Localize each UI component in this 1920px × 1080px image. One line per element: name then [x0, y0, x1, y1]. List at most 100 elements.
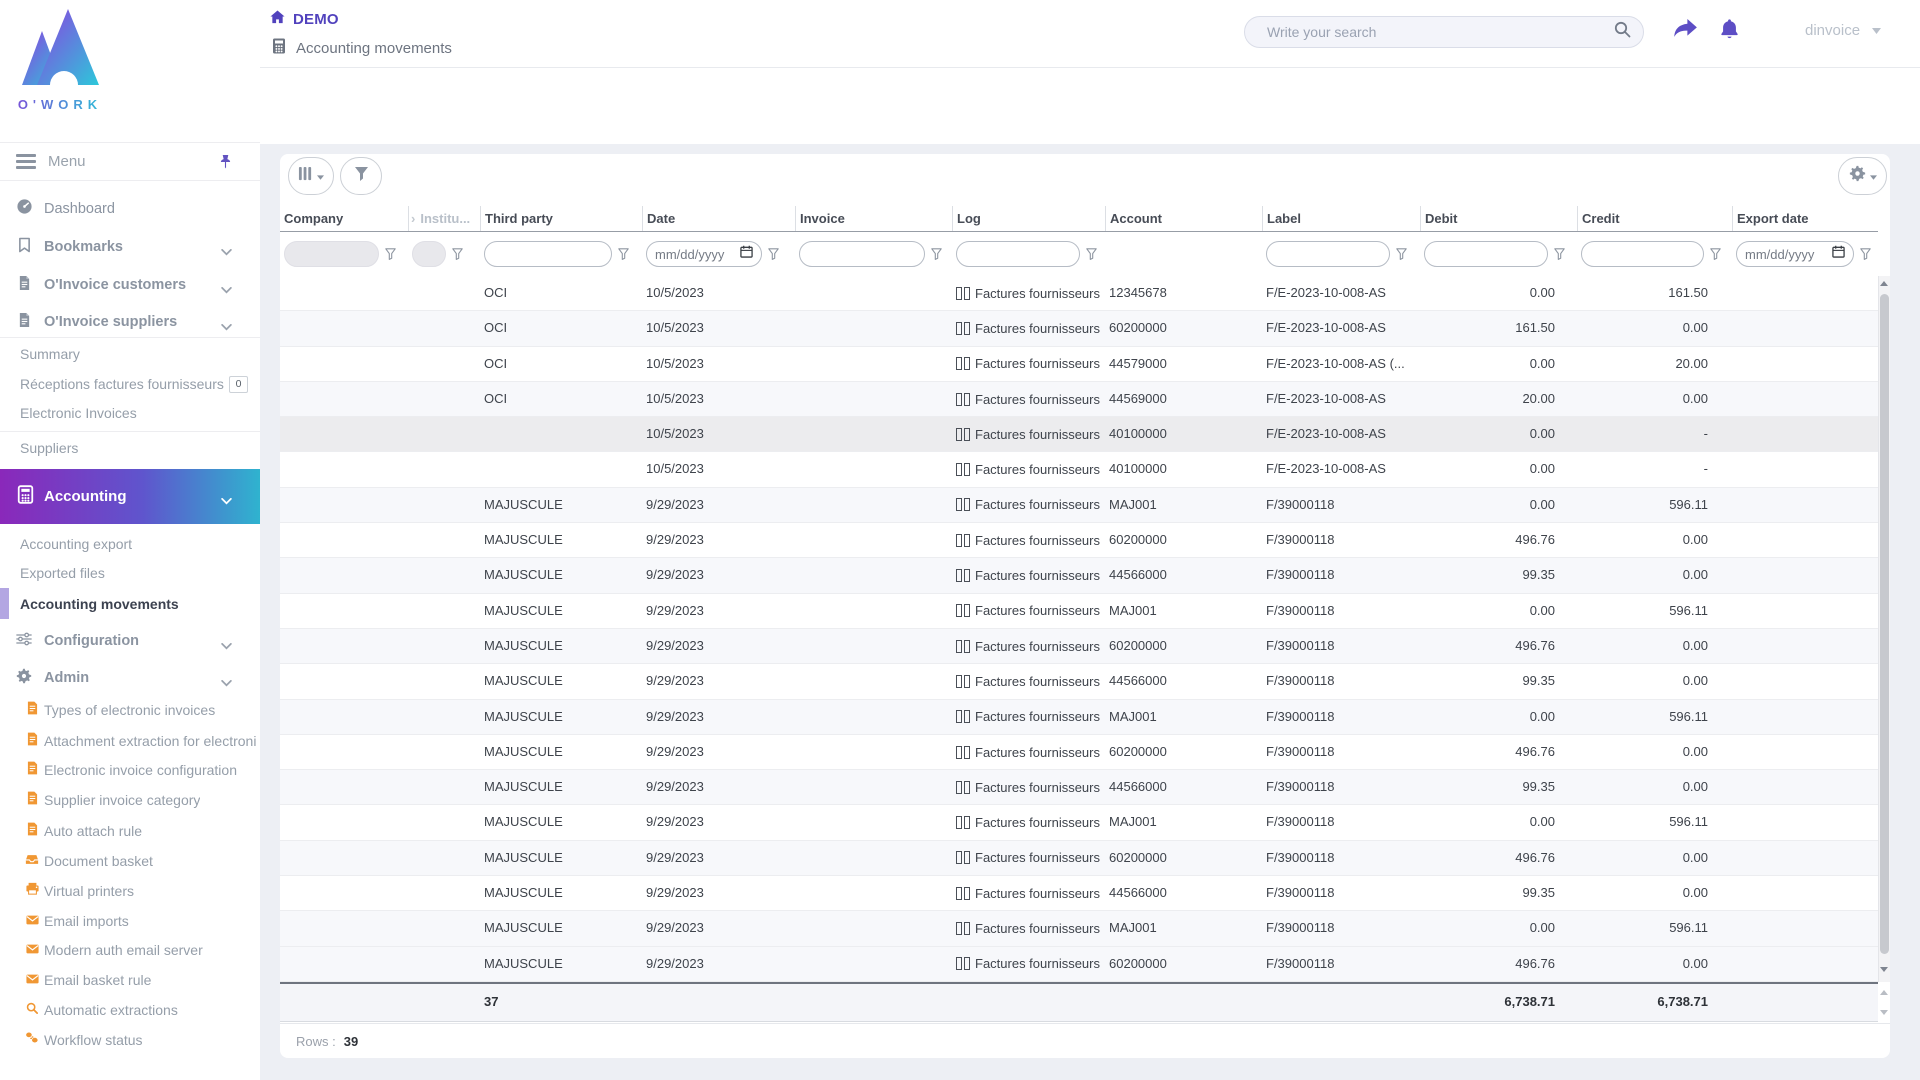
- table-row[interactable]: MAJUSCULE 9/29/2023 Factures fournisseur…: [280, 699, 1878, 735]
- table-row[interactable]: MAJUSCULE 9/29/2023 Factures fournisseur…: [280, 593, 1878, 629]
- sidebar-item-bookmarks[interactable]: Bookmarks: [0, 232, 260, 262]
- sidebar-item-exported-files[interactable]: Exported files: [0, 558, 260, 588]
- table-row[interactable]: MAJUSCULE 9/29/2023 Factures fournisseur…: [280, 487, 1878, 524]
- column-header-debit[interactable]: Debit: [1420, 206, 1577, 231]
- table-row[interactable]: MAJUSCULE 9/29/2023 Factures fournisseur…: [280, 770, 1878, 806]
- funnel-icon[interactable]: [931, 248, 942, 260]
- table-row[interactable]: OCI 10/5/2023 Factures fournisseurs 6020…: [280, 311, 1878, 347]
- breadcrumb-home[interactable]: DEMO: [270, 10, 339, 29]
- table-row[interactable]: MAJUSCULE 9/29/2023 Factures fournisseur…: [280, 876, 1878, 912]
- sidebar-item-receptions-factures[interactable]: Réceptions factures fournisseurs 0: [0, 369, 260, 399]
- table-row[interactable]: MAJUSCULE 9/29/2023 Factures fournisseur…: [280, 911, 1878, 947]
- missing-glyph-icon: [956, 498, 970, 512]
- cell-debit: 496.76: [1515, 743, 1555, 759]
- table-row[interactable]: MAJUSCULE 9/29/2023 Factures fournisseur…: [280, 734, 1878, 771]
- calendar-icon[interactable]: [1832, 245, 1845, 263]
- sidebar-item-document-basket[interactable]: Document basket: [0, 846, 260, 876]
- funnel-icon[interactable]: [1086, 248, 1097, 260]
- sidebar-item-modern-auth-email-server[interactable]: Modern auth email server: [0, 935, 260, 965]
- sidebar-item-configuration[interactable]: Configuration: [0, 626, 260, 656]
- funnel-icon[interactable]: [452, 248, 463, 260]
- sidebar-item-accounting-movements[interactable]: Accounting movements: [0, 588, 260, 619]
- log-filter-input[interactable]: [965, 246, 1071, 262]
- sidebar-item-auto-attach-rule[interactable]: Auto attach rule: [0, 816, 260, 846]
- table-settings-button[interactable]: [1838, 157, 1887, 195]
- table-row[interactable]: MAJUSCULE 9/29/2023 Factures fournisseur…: [280, 523, 1878, 559]
- column-header-date[interactable]: Date: [642, 206, 795, 231]
- funnel-icon[interactable]: [1710, 248, 1721, 260]
- funnel-icon[interactable]: [1554, 248, 1565, 260]
- notifications-button[interactable]: [1712, 14, 1746, 48]
- menu-toggle[interactable]: Menu: [0, 142, 260, 181]
- table-row[interactable]: MAJUSCULE 9/29/2023 Factures fournisseur…: [280, 558, 1878, 594]
- column-header-third-party[interactable]: Third party: [480, 206, 642, 231]
- table-row[interactable]: 10/5/2023 Factures fournisseurs 40100000…: [280, 452, 1878, 488]
- sidebar-item-workflow-status[interactable]: Workflow status: [0, 1025, 260, 1055]
- sidebar-item-summary[interactable]: Summary: [0, 339, 260, 369]
- chevron-right-icon[interactable]: ›: [411, 211, 415, 226]
- debit-filter-input[interactable]: [1433, 246, 1539, 262]
- calendar-icon[interactable]: [740, 245, 753, 263]
- date-filter-input[interactable]: [655, 246, 740, 262]
- table-row[interactable]: MAJUSCULE 9/29/2023 Factures fournisseur…: [280, 946, 1878, 982]
- column-header-institution[interactable]: › Institu...: [408, 206, 480, 231]
- filter-button[interactable]: [340, 157, 382, 195]
- funnel-icon[interactable]: [1860, 248, 1871, 260]
- table-row[interactable]: MAJUSCULE 9/29/2023 Factures fournisseur…: [280, 840, 1878, 877]
- table-row[interactable]: OCI 10/5/2023 Factures fournisseurs 1234…: [280, 276, 1878, 312]
- column-header-company[interactable]: Company: [280, 206, 408, 231]
- scroll-up-arrow[interactable]: [1880, 281, 1888, 286]
- pin-icon[interactable]: [219, 153, 232, 175]
- sidebar-item-virtual-printers[interactable]: Virtual printers: [0, 876, 260, 906]
- credit-filter-input[interactable]: [1590, 246, 1695, 262]
- third-party-filter-input[interactable]: [493, 246, 603, 262]
- cell-company: [280, 594, 408, 628]
- brand-logo[interactable]: O'WORK: [14, 6, 106, 112]
- table-row[interactable]: 10/5/2023 Factures fournisseurs 40100000…: [280, 417, 1878, 453]
- sidebar-item-email-imports[interactable]: Email imports: [0, 906, 260, 936]
- funnel-icon[interactable]: [618, 248, 629, 260]
- column-header-invoice[interactable]: Invoice: [795, 206, 952, 231]
- column-header-label[interactable]: Label: [1262, 206, 1420, 231]
- scroll-down-arrow[interactable]: [1880, 967, 1888, 972]
- sidebar-item-supplier-invoice-category[interactable]: Supplier invoice category: [0, 785, 260, 815]
- user-menu[interactable]: dinvoice: [1805, 16, 1882, 44]
- sidebar-item-accounting[interactable]: Accounting: [0, 469, 260, 524]
- sidebar-item-automatic-extractions[interactable]: Automatic extractions: [0, 995, 260, 1025]
- sidebar-item-oinvoice-suppliers[interactable]: O'Invoice suppliers: [0, 307, 260, 337]
- summary-scroll-up-arrow[interactable]: [1880, 990, 1888, 995]
- search-input[interactable]: [1265, 23, 1614, 41]
- sidebar-item-electronic-invoice-configuration[interactable]: Electronic invoice configuration: [0, 755, 260, 785]
- funnel-icon[interactable]: [768, 248, 779, 260]
- label-filter-input[interactable]: [1275, 246, 1381, 262]
- cell-account: 44566000: [1109, 779, 1167, 795]
- table-row[interactable]: MAJUSCULE 9/29/2023 Factures fournisseur…: [280, 805, 1878, 841]
- column-header-export-date[interactable]: Export date: [1732, 206, 1878, 231]
- sidebar-item-oinvoice-customers[interactable]: O'Invoice customers: [0, 270, 260, 300]
- share-button[interactable]: [1668, 14, 1702, 48]
- cell-export-date: [1732, 700, 1878, 734]
- sidebar-item-electronic-invoices[interactable]: Electronic Invoices: [0, 398, 260, 428]
- sidebar-item-admin[interactable]: Admin: [0, 663, 260, 693]
- table-row[interactable]: OCI 10/5/2023 Factures fournisseurs 4457…: [280, 346, 1878, 382]
- sidebar-item-dashboard[interactable]: Dashboard: [0, 194, 260, 224]
- column-header-log[interactable]: Log: [952, 206, 1105, 231]
- invoice-filter-input[interactable]: [808, 246, 916, 262]
- summary-scroll-down-arrow[interactable]: [1880, 1010, 1888, 1015]
- export-date-filter-input[interactable]: [1745, 246, 1832, 262]
- table-row[interactable]: OCI 10/5/2023 Factures fournisseurs 4456…: [280, 381, 1878, 418]
- table-row[interactable]: MAJUSCULE 9/29/2023 Factures fournisseur…: [280, 664, 1878, 700]
- scrollbar-thumb[interactable]: [1879, 294, 1889, 954]
- funnel-icon[interactable]: [1396, 248, 1407, 260]
- funnel-icon[interactable]: [385, 248, 396, 260]
- sidebar-item-accounting-export[interactable]: Accounting export: [0, 529, 260, 559]
- sidebar-item-suppliers[interactable]: Suppliers: [0, 433, 260, 463]
- column-header-credit[interactable]: Credit: [1577, 206, 1732, 231]
- column-header-account[interactable]: Account: [1105, 206, 1262, 231]
- sidebar-item-email-basket-rule[interactable]: Email basket rule: [0, 965, 260, 995]
- sidebar-item-attachment-extraction[interactable]: Attachment extraction for electroni: [0, 726, 260, 756]
- search-icon[interactable]: [1614, 21, 1631, 43]
- sidebar-item-types-electronic-invoices[interactable]: Types of electronic invoices: [0, 695, 260, 725]
- table-row[interactable]: MAJUSCULE 9/29/2023 Factures fournisseur…: [280, 628, 1878, 665]
- columns-button[interactable]: [288, 157, 334, 195]
